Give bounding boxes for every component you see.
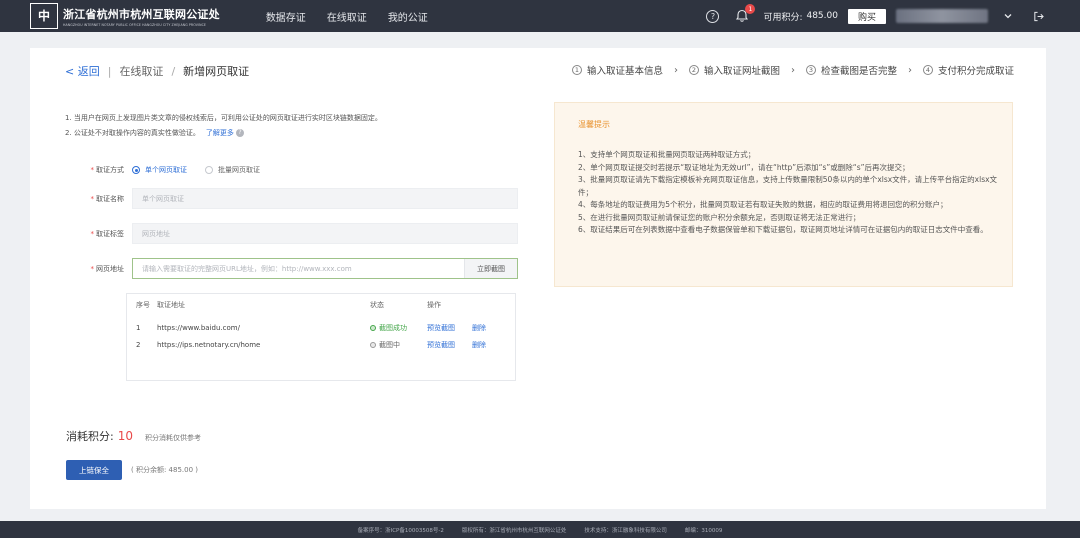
nav-online-evidence[interactable]: 在线取证 xyxy=(327,9,367,24)
learn-more-link[interactable]: 了解更多 xyxy=(206,129,234,137)
delete-link[interactable]: 删除 xyxy=(472,323,486,333)
notification-badge: 1 xyxy=(745,4,756,14)
cost-value: 10 xyxy=(117,429,133,443)
url-row: * 网页地址 请输入需要取证的完整网页URL地址，例如：http://www.xx… xyxy=(82,258,518,279)
submit-chain-button[interactable]: 上链保全 xyxy=(66,460,122,480)
logo-mark: 中 xyxy=(30,3,58,29)
chevron-right-icon: › xyxy=(790,64,795,76)
footer-postcode: 邮编：310009 xyxy=(684,527,723,534)
footer-icp[interactable]: 备案序号：浙ICP备10003508号-2 xyxy=(358,526,444,534)
screenshot-button[interactable]: 立即截图 xyxy=(464,259,517,278)
target-row: * 取证标签 网页地址 xyxy=(82,223,518,244)
buy-button[interactable]: 购买 xyxy=(847,8,886,24)
radio-single-page[interactable]: 单个网页取证 xyxy=(132,165,187,175)
chevron-down-icon[interactable] xyxy=(1003,11,1013,21)
back-link[interactable]: < 返回 xyxy=(65,63,100,79)
footer-tech-support: 技术支持：浙江融象科技有限公司 xyxy=(584,527,667,534)
points-value: 485.00 xyxy=(806,11,838,21)
url-table: 序号 取证地址 状态 操作 1 https://www.baidu.com/ 截… xyxy=(126,293,516,381)
main-nav: 数据存证 在线取证 我的公证 xyxy=(266,9,449,24)
processing-icon xyxy=(370,341,376,348)
logout-icon[interactable] xyxy=(1033,11,1044,22)
notification-bell[interactable]: 1 xyxy=(735,4,756,23)
name-row: * 取证名称 单个网页取证 xyxy=(82,188,518,209)
evidence-name-input[interactable]: 单个网页取证 xyxy=(132,188,518,209)
note-line-1: 1. 当用户在网页上发现图片类文章的侵权线索后，可利用公证处的网页取证进行实时区… xyxy=(65,114,382,122)
step-indicator: 1 输入取证基本信息 › 2 输入取证网址截图 › 3 检查截图是否完整 › 4… xyxy=(571,63,1014,77)
logo[interactable]: 中 浙江省杭州市杭州互联网公证处 HANGZHOU INTERNET NOTAR… xyxy=(30,0,220,32)
main-card: < 返回 | 在线取证 / 新增网页取证 1 输入取证基本信息 › 2 输入取证… xyxy=(30,48,1046,509)
usage-notes: 1. 当用户在网页上发现图片类文章的侵权线索后，可利用公证处的网页取证进行实时区… xyxy=(65,111,382,141)
points-label: 可用积分: xyxy=(763,12,803,23)
step-2: 2 输入取证网址截图 xyxy=(688,63,780,77)
table-header: 序号 取证地址 状态 操作 xyxy=(136,300,441,309)
cost-summary: 消耗积分: 10 积分消耗仅供参考 xyxy=(66,428,201,444)
tip-item: 2、单个网页取证提交时若提示“取证地址为无效url”，请在“http”后添加“s… xyxy=(578,162,910,172)
step-3: 3 检查截图是否完整 xyxy=(805,63,897,77)
org-name: 浙江省杭州市杭州互联网公证处 xyxy=(63,7,220,21)
mode-radio-group: 单个网页取证 批量网页取证 xyxy=(132,165,278,175)
tips-body: 1、支持单个网页取证和批量网页取证两种取证方式； 2、单个网页取证提交时若提示“… xyxy=(578,149,998,237)
breadcrumb: < 返回 | 在线取证 / 新增网页取证 xyxy=(65,63,250,79)
tips-title: 温馨提示 xyxy=(578,120,610,129)
tip-item: 5、在进行批量网页取证前请保证您的账户积分余额充足，否则取证将无法正常进行； xyxy=(578,212,861,222)
step-4: 4 支付积分完成取证 xyxy=(922,63,1014,77)
tip-item: 1、支持单个网页取证和批量网页取证两种取证方式； xyxy=(578,150,756,159)
preview-screenshot-link[interactable]: 预览截图 xyxy=(427,323,455,333)
preview-screenshot-link[interactable]: 预览截图 xyxy=(427,340,455,350)
tip-item: 3、批量网页取证请先下载指定模板补充网页取证信息，支持上传数量限制50条以内的单… xyxy=(578,175,998,197)
mode-row: * 取证方式 单个网页取证 批量网页取证 xyxy=(82,165,278,175)
help-icon[interactable]: ? xyxy=(706,9,720,23)
step-1: 1 输入取证基本信息 xyxy=(571,63,663,77)
question-icon[interactable]: ? xyxy=(235,129,244,137)
page-title: 新增网页取证 xyxy=(183,65,250,78)
delete-link[interactable]: 删除 xyxy=(472,340,486,350)
tip-item: 4、每条地址的取证费用为5个积分，批量网页取证若有取证失败的数据，相应的取证费用… xyxy=(578,200,948,209)
chevron-right-icon: › xyxy=(907,64,912,76)
breadcrumb-parent[interactable]: 在线取证 xyxy=(119,63,163,79)
nav-data-deposit[interactable]: 数据存证 xyxy=(266,9,306,24)
points-balance: ( 积分余额: 485.00 ) xyxy=(131,466,198,474)
evidence-target-input[interactable]: 网页地址 xyxy=(132,223,518,244)
footer-copyright: 版权所有：浙江省杭州市杭州互联网公证处 xyxy=(461,527,567,534)
note-line-2: 2. 公证处不对取操作内容的真实性做验证。 xyxy=(65,129,200,137)
user-name-redacted[interactable] xyxy=(896,9,988,23)
tip-item: 6、取证结果后可在列表数据中查看电子数据保管单和下载证据包，取证网页地址详情可在… xyxy=(578,225,988,234)
cost-note: 积分消耗仅供参考 xyxy=(145,434,201,442)
chevron-right-icon: › xyxy=(673,64,678,76)
org-name-en: HANGZHOU INTERNET NOTARY PUBLIC OFFICE H… xyxy=(63,22,207,27)
table-row: 2 https://ips.netnotary.cn/home 截图中 预览截图… xyxy=(136,340,486,350)
top-nav-bar: 中 浙江省杭州市杭州互联网公证处 HANGZHOU INTERNET NOTAR… xyxy=(0,0,1080,32)
radio-batch-page[interactable]: 批量网页取证 xyxy=(205,165,260,175)
nav-my-notary[interactable]: 我的公证 xyxy=(388,9,428,24)
tips-panel: 温馨提示 1、支持单个网页取证和批量网页取证两种取证方式； 2、单个网页取证提交… xyxy=(554,102,1013,287)
url-input-wrapper[interactable]: 请输入需要取证的完整网页URL地址，例如：http://www.xxx.com … xyxy=(132,258,518,279)
footer: 备案序号：浙ICP备10003508号-2 版权所有：浙江省杭州市杭州互联网公证… xyxy=(0,521,1080,538)
table-row: 1 https://www.baidu.com/ 截图成功 预览截图 删除 xyxy=(136,323,486,333)
cost-label: 消耗积分: xyxy=(66,430,114,443)
success-icon xyxy=(370,324,376,331)
url-input[interactable]: 请输入需要取证的完整网页URL地址，例如：http://www.xxx.com xyxy=(142,264,352,274)
